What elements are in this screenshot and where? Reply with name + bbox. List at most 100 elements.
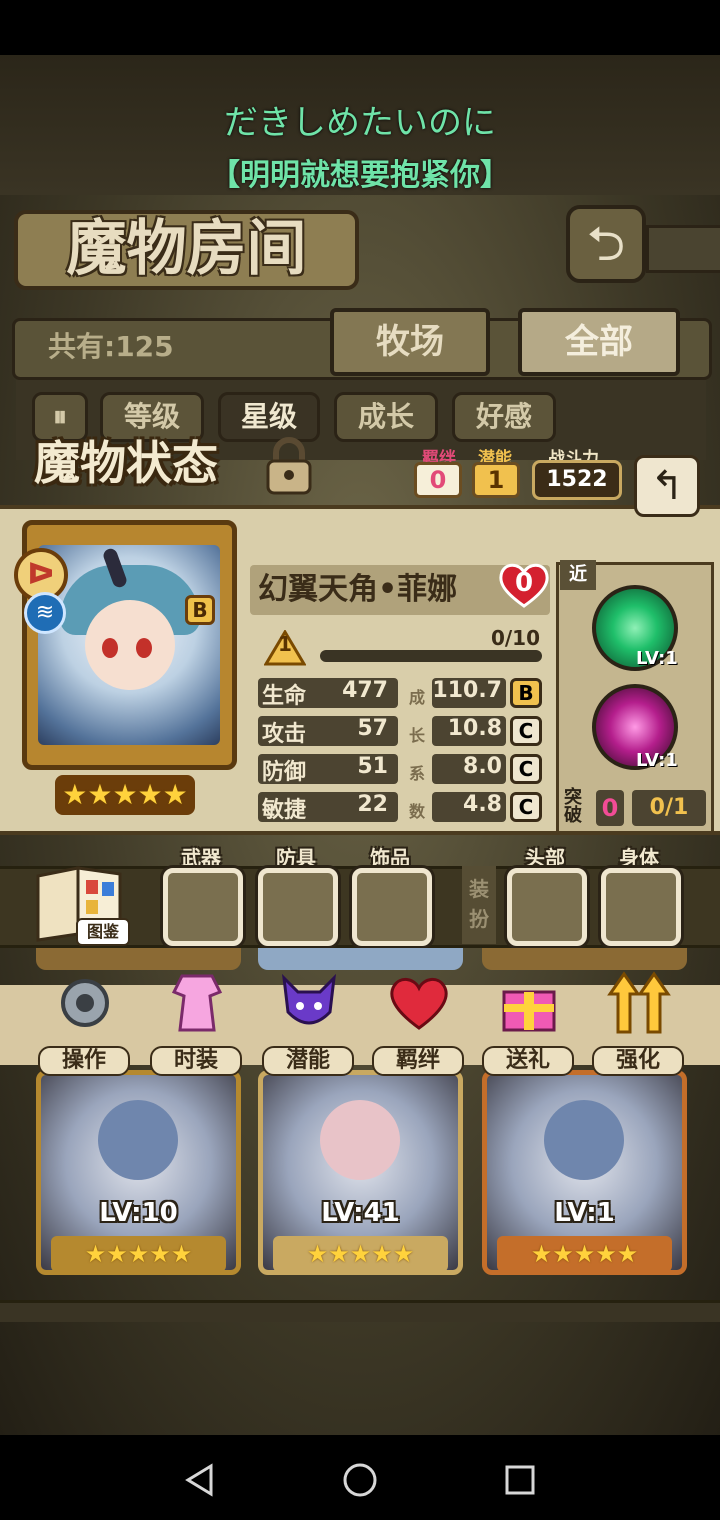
card-level: LV:1 <box>554 1198 615 1228</box>
star-icon: ★ <box>530 1240 553 1268</box>
star-icon: ★ <box>371 1240 393 1268</box>
book-label: 图鉴 <box>76 918 130 946</box>
dress-icon <box>162 968 232 1038</box>
tab-all[interactable]: 全部 <box>518 308 680 376</box>
sort-order-icon: ⏸ <box>52 400 67 433</box>
dress-up-divider: 装扮 <box>462 866 496 944</box>
lyric-line-chinese: 【明明就想要抱紧你】 <box>210 158 510 193</box>
exp-bar <box>320 650 542 662</box>
stat-name: 敏捷 <box>262 798 307 823</box>
star-icon: ★ <box>84 1240 107 1268</box>
action-gear-button[interactable]: 操作 <box>38 968 130 1080</box>
star-icon: ★ <box>552 1240 574 1268</box>
level-value: 1 <box>278 632 292 656</box>
star-icon: ★ <box>137 778 163 811</box>
portrait-eye-left <box>102 638 118 658</box>
action-hearts-button[interactable]: 羁绊 <box>372 968 464 1080</box>
star-icon: ★ <box>616 1240 639 1268</box>
portrait-face <box>85 600 175 690</box>
star-icon: ★ <box>162 778 188 811</box>
star-icon: ★ <box>112 778 138 811</box>
tab-ranch[interactable]: 牧场 <box>330 308 490 376</box>
growth-label-char: 数 <box>408 802 425 821</box>
skill-1-level: LV:1 <box>636 648 678 669</box>
potential-value: 1 <box>472 462 520 498</box>
slot-label-accessory: 饰品 <box>370 846 410 870</box>
hearts-icon <box>384 968 454 1038</box>
slot-head[interactable] <box>507 868 587 946</box>
growth-grade: C <box>510 754 542 784</box>
action-label: 操作 <box>38 1046 130 1076</box>
status-bar <box>0 0 720 55</box>
growth-label-char: 系 <box>408 764 425 783</box>
star-icon: ★ <box>62 778 88 811</box>
up-arrows-icon <box>604 968 674 1038</box>
star-icon: ★ <box>349 1240 372 1268</box>
growth-grade: C <box>510 716 542 746</box>
stat-value: 477 <box>342 678 388 703</box>
slot-label-body: 身体 <box>619 846 659 870</box>
card-level: LV:41 <box>321 1198 400 1228</box>
back-triangle-icon <box>185 1463 213 1497</box>
stat-value: 22 <box>357 792 388 817</box>
return-arrow-icon: ⮌ <box>586 216 626 272</box>
exp-text: 0/10 <box>490 626 540 650</box>
break-progress: 0/1 <box>632 790 706 826</box>
nav-home-button[interactable] <box>335 1455 385 1505</box>
slot-accessory[interactable] <box>352 868 432 946</box>
action-gift-button[interactable]: 送礼 <box>482 968 574 1080</box>
power-value: 1522 <box>532 460 622 500</box>
card-top-1 <box>36 948 241 970</box>
action-demon-button[interactable]: 潜能 <box>262 968 354 1080</box>
card-level: LV:10 <box>99 1198 178 1228</box>
star-rating: ★★★★★ <box>55 775 195 815</box>
action-label: 时装 <box>150 1046 242 1076</box>
action-label: 送礼 <box>482 1046 574 1076</box>
growth-value: 4.8 <box>463 792 502 817</box>
owned-count: 共有:125 <box>48 330 174 363</box>
stat-name: 生命 <box>262 684 307 709</box>
return-button[interactable]: ⮌ <box>566 205 646 283</box>
slot-weapon[interactable] <box>163 868 243 946</box>
star-icon: ★ <box>306 1240 329 1268</box>
sort-growth-button[interactable]: 成长 <box>334 392 438 442</box>
star-icon: ★ <box>106 1240 128 1268</box>
card-top-2 <box>258 948 463 970</box>
slot-label-weapon: 武器 <box>181 846 221 870</box>
skill-2-level: LV:1 <box>636 750 678 771</box>
star-icon: ★ <box>87 778 113 811</box>
card-portrait <box>320 1100 400 1180</box>
gift-icon <box>494 968 564 1038</box>
growth-grade: C <box>510 792 542 822</box>
slot-body[interactable] <box>601 868 681 946</box>
card-portrait <box>544 1100 624 1180</box>
sort-affection-button[interactable]: 好感 <box>452 392 556 442</box>
stat-name: 攻击 <box>262 722 307 747</box>
slot-armor[interactable] <box>258 868 338 946</box>
growth-label-char: 长 <box>408 726 425 745</box>
star-icon: ★ <box>149 1240 171 1268</box>
lyric-line-japanese: だきしめたいのに <box>224 103 496 143</box>
action-label: 强化 <box>592 1046 684 1076</box>
lock-icon[interactable] <box>258 435 320 497</box>
demon-icon <box>274 968 344 1038</box>
home-circle-icon <box>343 1463 377 1497</box>
bond-value: 0 <box>414 462 462 498</box>
nav-back-button[interactable] <box>175 1455 225 1505</box>
action-up-arrows-button[interactable]: 强化 <box>592 968 684 1080</box>
card-star-rating: ★★★★★ <box>273 1236 448 1272</box>
card-star-rating: ★★★★★ <box>51 1236 226 1272</box>
close-status-button[interactable]: ↰ <box>634 455 700 517</box>
growth-grade: B <box>510 678 542 708</box>
portrait-eye-right <box>136 638 152 658</box>
slot-label-head: 头部 <box>525 846 565 870</box>
break-value: 0 <box>596 790 624 826</box>
grade-badge: B <box>185 595 215 625</box>
action-dress-button[interactable]: 时装 <box>150 968 242 1080</box>
growth-value: 8.0 <box>463 754 502 779</box>
nav-recents-button[interactable] <box>495 1455 545 1505</box>
star-icon: ★ <box>127 1240 150 1268</box>
star-icon: ★ <box>392 1240 415 1268</box>
recents-square-icon <box>505 1465 535 1495</box>
page-title: 魔物房间 <box>14 210 359 290</box>
